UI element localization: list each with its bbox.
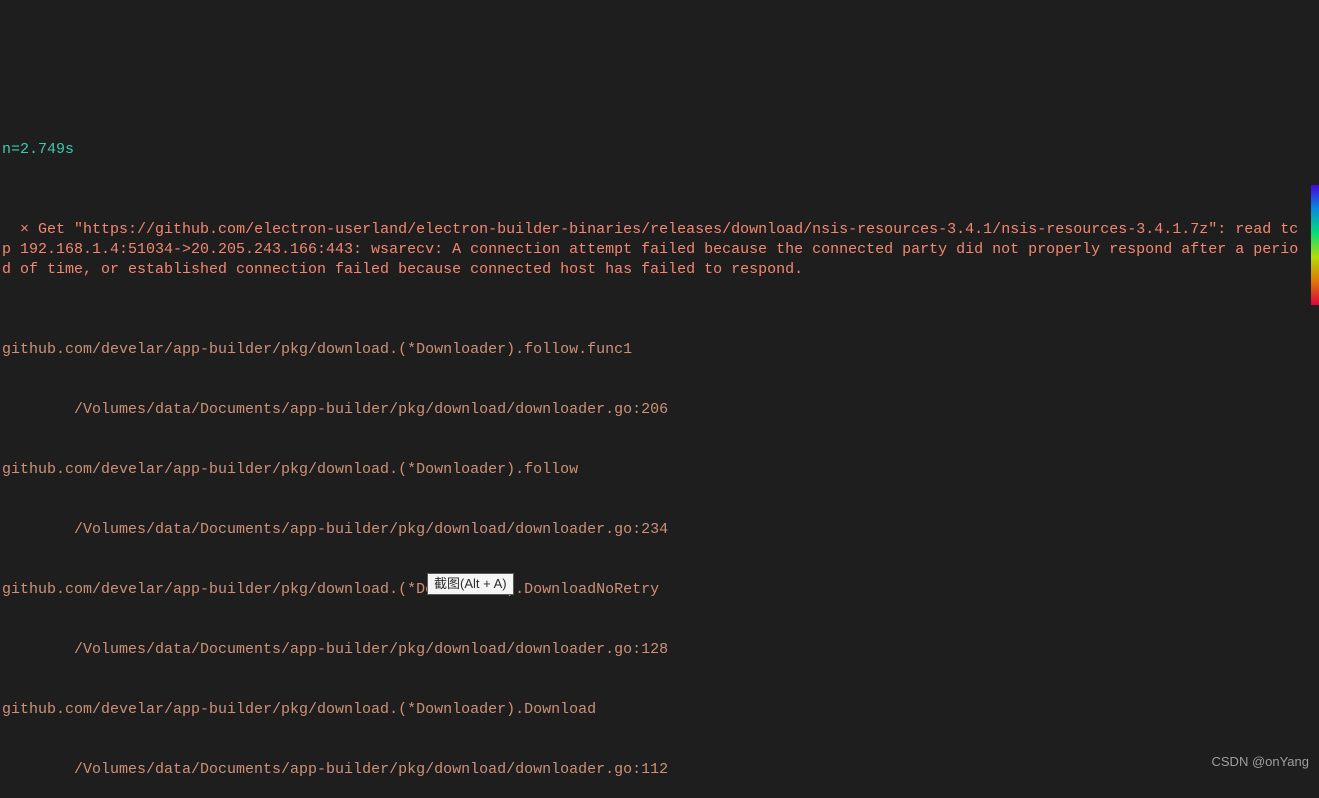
go-trace-line: /Volumes/data/Documents/app-builder/pkg/… — [2, 760, 1302, 780]
watermark: CSDN @onYang — [1212, 752, 1310, 772]
minimap-slider[interactable] — [1311, 185, 1319, 305]
go-trace-line: /Volumes/data/Documents/app-builder/pkg/… — [2, 400, 1302, 420]
terminal-output[interactable]: n=2.749s × Get "https://github.com/elect… — [0, 100, 1304, 798]
error-message: × Get "https://github.com/electron-userl… — [2, 220, 1302, 280]
go-trace-line: github.com/develar/app-builder/pkg/downl… — [2, 460, 1302, 480]
go-trace-line: github.com/develar/app-builder/pkg/downl… — [2, 340, 1302, 360]
go-trace-line: github.com/develar/app-builder/pkg/downl… — [2, 580, 1302, 600]
go-trace-line: github.com/develar/app-builder/pkg/downl… — [2, 700, 1302, 720]
go-trace-line: /Volumes/data/Documents/app-builder/pkg/… — [2, 520, 1302, 540]
timing-line: n=2.749s — [2, 140, 1302, 160]
screenshot-tooltip: 截图(Alt + A) — [427, 573, 514, 595]
go-trace-line: /Volumes/data/Documents/app-builder/pkg/… — [2, 640, 1302, 660]
